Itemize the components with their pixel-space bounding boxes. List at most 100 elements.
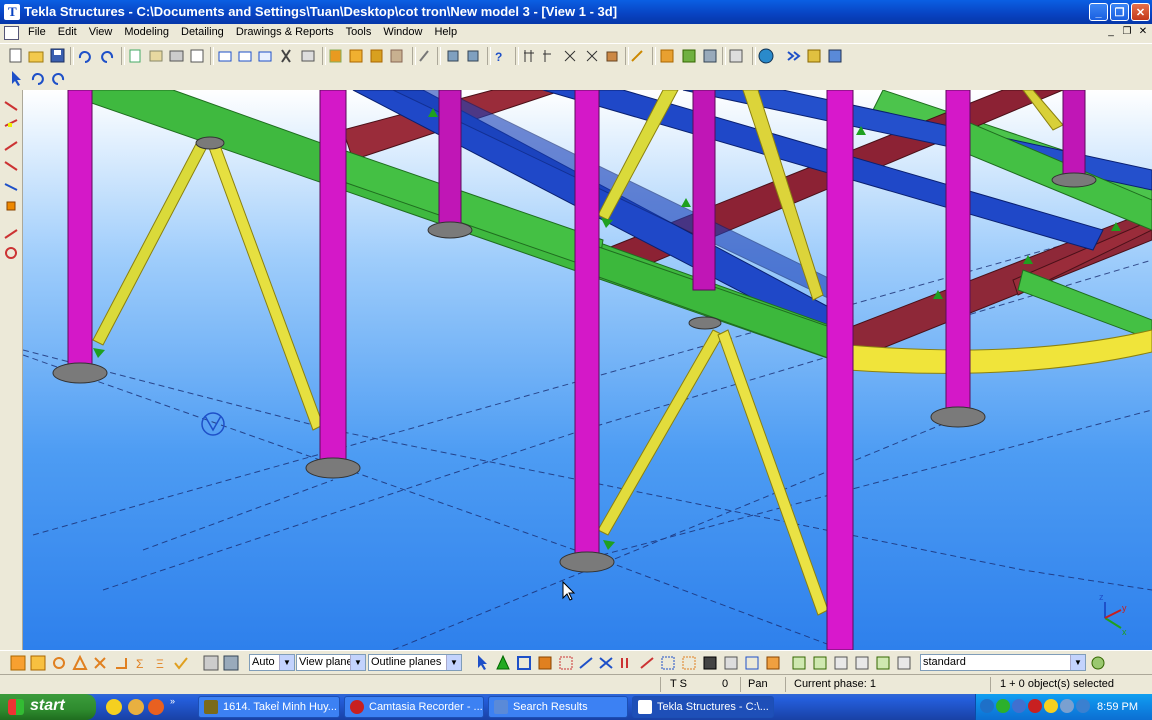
snap-free-icon[interactable] — [703, 656, 717, 670]
close-button[interactable]: ✕ — [1131, 3, 1150, 21]
menu-view[interactable]: View — [83, 26, 119, 38]
filter-settings-icon[interactable] — [1091, 656, 1105, 670]
redo-icon[interactable] — [101, 51, 114, 63]
snap-circle-icon[interactable] — [5, 247, 17, 259]
snap-orange-icon[interactable] — [538, 656, 552, 670]
properties-icon[interactable] — [190, 49, 204, 63]
tray-b-icon[interactable] — [1028, 699, 1042, 713]
select-assembly-icon[interactable]: Ξ — [156, 657, 164, 671]
menu-help[interactable]: Help — [428, 26, 463, 38]
numbering-icon[interactable] — [729, 49, 743, 63]
web-icon[interactable] — [758, 48, 774, 64]
mdi-minimize-button[interactable]: _ — [1104, 26, 1118, 39]
snap-node-icon[interactable] — [792, 656, 806, 670]
winamp-icon[interactable] — [128, 699, 144, 715]
snap-end-icon[interactable] — [4, 119, 18, 127]
view-rect-1-icon[interactable] — [218, 51, 232, 62]
snap-intersect-icon[interactable] — [4, 161, 18, 171]
task-item-tekla[interactable]: Tekla Structures - C:\... — [632, 696, 774, 718]
weld-icon[interactable] — [467, 50, 479, 62]
component-3-icon[interactable] — [703, 49, 717, 63]
select-weld-icon[interactable] — [116, 658, 127, 669]
outline-planes-select[interactable]: Outline planes ▼ — [368, 654, 462, 671]
select-arrow-icon[interactable] — [12, 71, 21, 86]
menu-tools[interactable]: Tools — [340, 26, 378, 38]
snap-point-icon[interactable] — [6, 201, 16, 211]
snap-node2-icon[interactable] — [813, 656, 827, 670]
point-icon[interactable] — [564, 50, 576, 62]
model-view-3d[interactable]: z x y — [23, 90, 1152, 650]
snap-dots-icon[interactable] — [682, 656, 696, 670]
select-all-icon[interactable] — [10, 655, 26, 671]
redo-selection-icon[interactable] — [52, 73, 65, 85]
snap-rect-icon[interactable] — [661, 656, 675, 670]
mdi-restore-button[interactable]: ❐ — [1120, 26, 1134, 39]
point-2-icon[interactable] — [586, 50, 598, 62]
title-bar[interactable]: Tekla Structures - C:\Documents and Sett… — [0, 0, 1152, 24]
inquire-icon[interactable]: ? — [495, 50, 502, 64]
firefox-icon[interactable] — [148, 699, 164, 715]
start-button[interactable]: start — [0, 694, 96, 720]
chevron-expand-icon[interactable]: » — [170, 696, 178, 706]
mdi-close-button[interactable]: ✕ — [1136, 26, 1150, 39]
view-rect-2-icon[interactable] — [238, 51, 252, 62]
menu-edit[interactable]: Edit — [52, 26, 83, 38]
model-origin-icon[interactable] — [201, 412, 225, 436]
tray-arrow-icon[interactable] — [980, 699, 994, 713]
snap-perp-icon[interactable] — [4, 183, 18, 191]
snap-box-icon[interactable] — [517, 656, 531, 670]
point-3-icon[interactable] — [606, 51, 618, 62]
select-point-icon[interactable] — [72, 654, 88, 670]
snap-grid-icon[interactable] — [559, 656, 573, 670]
magic-wand-icon[interactable] — [419, 50, 429, 62]
select-bolt-icon[interactable]: Σ — [136, 657, 143, 671]
tray-messenger-icon[interactable] — [1044, 699, 1058, 713]
snap-mid-icon[interactable] — [4, 141, 18, 151]
tray-sound-icon[interactable] — [1060, 699, 1074, 713]
messenger-icon[interactable] — [106, 699, 122, 715]
select-grid-icon[interactable] — [94, 657, 106, 669]
task-item-camtasia[interactable]: Camtasia Recorder - ... — [344, 696, 484, 718]
view-rect-3-icon[interactable] — [258, 51, 272, 62]
task-item-search[interactable]: Search Results — [488, 696, 628, 718]
minimize-button[interactable]: _ — [1089, 3, 1108, 21]
clock[interactable]: 8:59 PM — [1097, 701, 1138, 713]
view-select-icon[interactable] — [478, 655, 487, 670]
clip-plane-icon[interactable] — [301, 50, 315, 62]
move-icon[interactable] — [149, 50, 163, 62]
cut-icon[interactable] — [281, 49, 291, 63]
select-check-icon[interactable] — [174, 657, 188, 670]
measure-icon[interactable] — [631, 50, 643, 62]
snap-box2-icon[interactable] — [724, 656, 738, 670]
undo-selection-icon[interactable] — [31, 73, 44, 85]
menu-file[interactable]: File — [22, 26, 52, 38]
grid-line-icon[interactable] — [543, 50, 551, 62]
snap-mid-icon[interactable] — [579, 657, 593, 669]
task-item-chat[interactable]: 1614. Takeỉ Minh Huy... — [198, 696, 340, 718]
grid-icon[interactable] — [524, 50, 534, 62]
new-model-icon[interactable] — [9, 48, 22, 63]
create-part-icon[interactable] — [329, 49, 342, 63]
snap-ext-icon[interactable] — [640, 657, 654, 669]
view-plane-select[interactable]: View plane ▼ — [296, 654, 366, 671]
snap-line-icon[interactable] — [621, 658, 628, 668]
maximize-button[interactable]: ❐ — [1110, 3, 1129, 21]
create-column-icon[interactable] — [370, 49, 383, 63]
create-beam-icon[interactable] — [390, 49, 403, 63]
settings-icon[interactable] — [828, 49, 842, 63]
select-switch-icon[interactable] — [223, 655, 239, 671]
menu-window[interactable]: Window — [377, 26, 428, 38]
snap-node5-icon[interactable] — [876, 656, 890, 670]
snap-orange2-icon[interactable] — [766, 656, 780, 670]
snap-free-icon[interactable] — [4, 229, 18, 239]
select-parts-icon[interactable] — [30, 655, 46, 671]
snap-perp-icon[interactable] — [599, 657, 613, 669]
tray-display-icon[interactable] — [1076, 699, 1090, 713]
standard-select[interactable]: standard ▼ — [920, 654, 1086, 671]
menu-modeling[interactable]: Modeling — [118, 26, 175, 38]
bolt-icon[interactable] — [447, 50, 459, 62]
snap-node3-icon[interactable] — [834, 656, 848, 670]
component-icon[interactable] — [660, 49, 674, 63]
select-surface-icon[interactable] — [53, 657, 65, 669]
open-model-icon[interactable] — [28, 51, 44, 63]
